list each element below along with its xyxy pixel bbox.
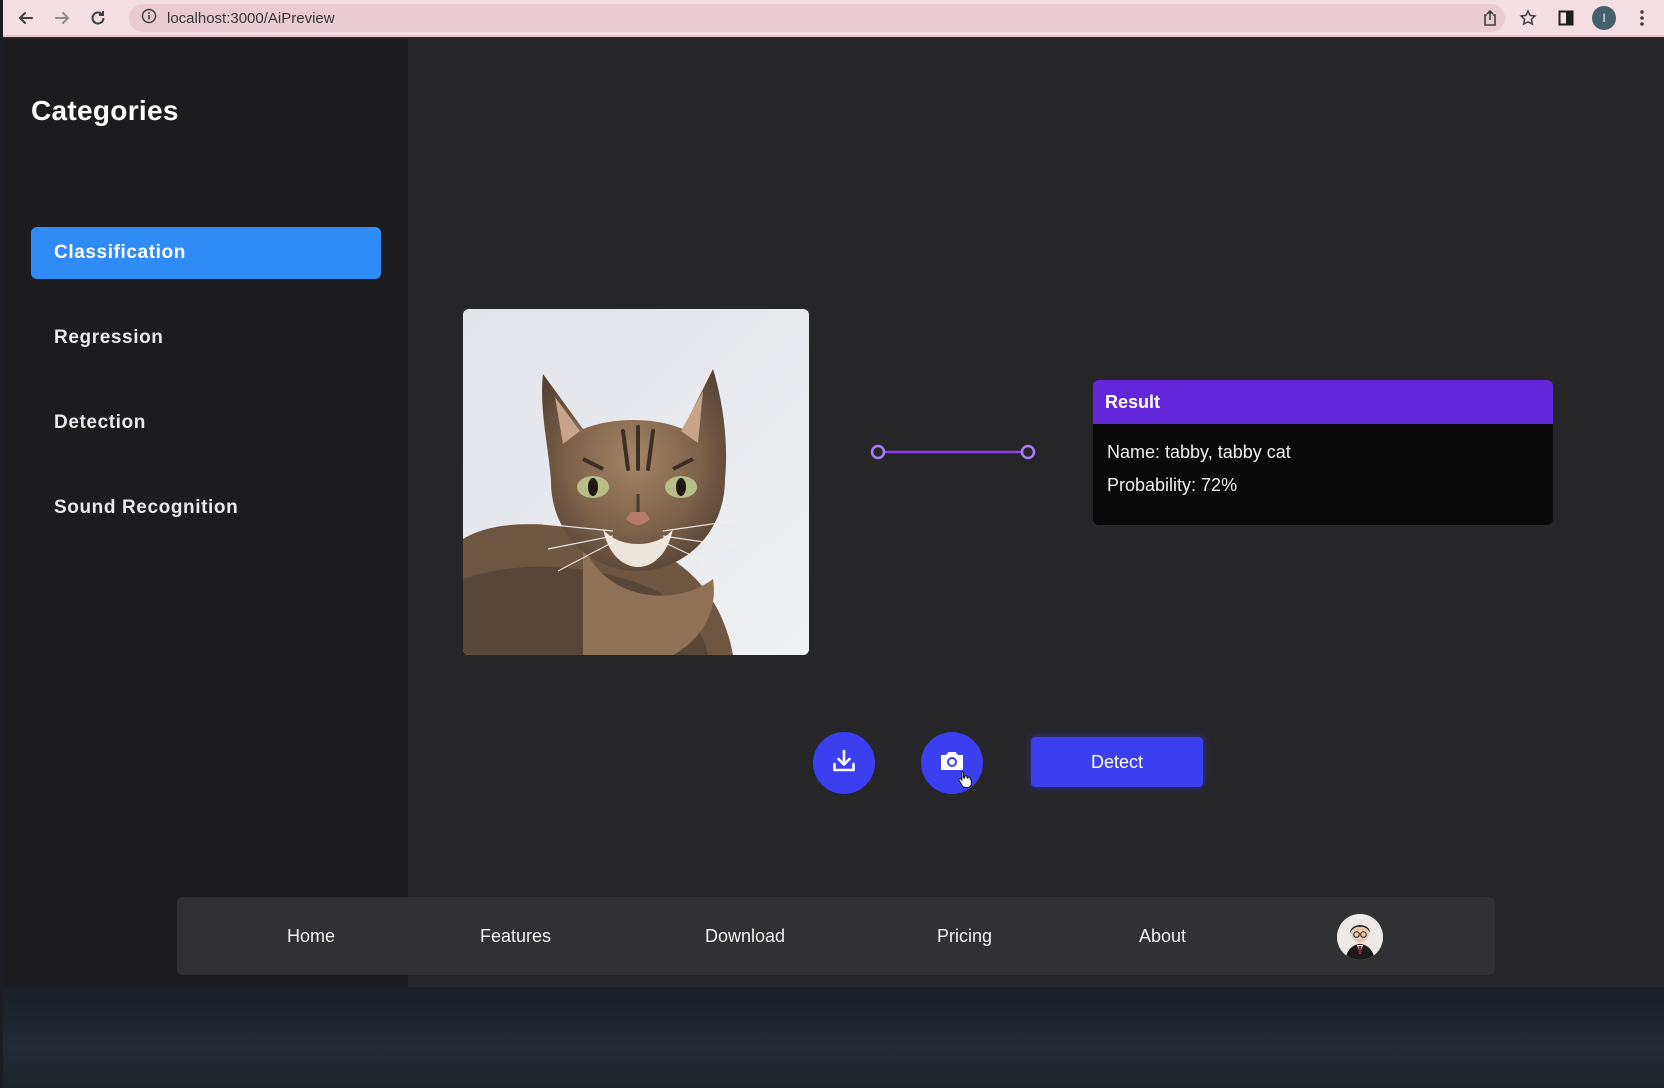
connector-line [870,444,1036,460]
download-button[interactable] [813,732,875,794]
profile-avatar[interactable]: I [1590,4,1618,32]
sidebar-item-label: Detection [54,412,146,433]
url-text[interactable]: localhost:3000/AiPreview [167,10,335,27]
sidebar-item-regression[interactable]: Regression [31,312,381,364]
star-icon[interactable] [1514,4,1542,32]
reload-icon[interactable] [85,5,111,31]
sidepanel-icon[interactable] [1552,4,1580,32]
sidebar-item-sound-recognition[interactable]: Sound Recognition [31,482,381,534]
page-footer-background [3,987,1664,1088]
back-icon[interactable] [13,5,39,31]
profile-initial[interactable]: I [1592,6,1616,30]
detect-button-label: Detect [1090,751,1144,772]
sidebar-title: Categories [31,95,179,126]
forward-icon[interactable] [49,5,75,31]
nav-download[interactable]: Download [705,897,785,975]
connector-end-dot [1020,444,1036,460]
sidebar-item-label: Regression [54,327,164,348]
nav-pricing[interactable]: Pricing [937,897,992,975]
sidebar-item-classification[interactable]: Classification [31,227,381,279]
result-probability: Probability: 72% [1107,475,1238,495]
nav-home[interactable]: Home [287,897,335,975]
share-icon[interactable] [1476,4,1504,32]
user-avatar[interactable] [1337,914,1383,960]
nav-features[interactable]: Features [480,897,551,975]
nav-label: Pricing [937,925,993,946]
browser-actions: I [1476,4,1656,32]
connector-start-dot [870,444,886,460]
bottom-nav: Home Features Download Pricing About [177,897,1495,975]
browser-toolbar: localhost:3000/AiPreview I [3,0,1664,37]
info-icon[interactable] [141,8,157,29]
camera-button[interactable] [921,732,983,794]
sidebar-item-detection[interactable]: Detection [31,397,381,449]
menu-dots-icon[interactable] [1628,4,1656,32]
download-icon [830,747,858,780]
result-header: Result [1093,380,1553,424]
app-window: localhost:3000/AiPreview I Categories Cl… [3,0,1664,1088]
sidebar-item-label: Classification [54,242,186,263]
result-card: Result Name: tabby, tabby cat Probabilit… [1093,380,1553,525]
detect-button[interactable]: Detect [1031,737,1203,787]
nav-about[interactable]: About [1139,897,1186,975]
sidebar-item-label: Sound Recognition [54,497,239,518]
result-name: Name: tabby, tabby cat [1107,442,1291,462]
pointer-cursor-icon [957,770,973,793]
sidebar: Categories Classification Regression Det… [3,39,408,987]
input-image [463,309,809,655]
nav-label: Features [480,925,552,946]
address-bar[interactable]: localhost:3000/AiPreview [129,4,1505,32]
nav-label: Home [287,925,336,946]
nav-label: About [1139,925,1187,946]
nav-label: Download [705,925,786,946]
